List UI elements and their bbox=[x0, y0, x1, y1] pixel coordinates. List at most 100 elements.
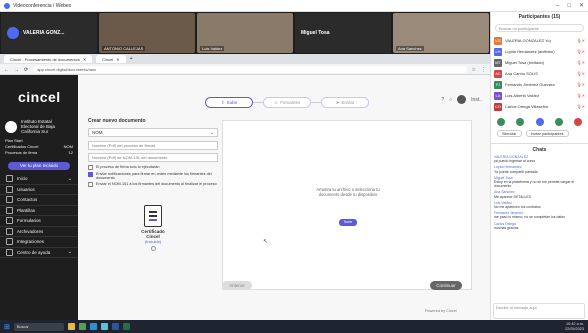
browser-tab[interactable]: Cincel - Procesamiento de documentos ✕ bbox=[4, 55, 93, 63]
video-tile[interactable]: Miguel Tosa bbox=[295, 13, 391, 53]
certificate-card[interactable]: Certificado Cincel (Incluido) bbox=[138, 205, 168, 251]
participant-row[interactable]: AC Ana Carino SOLIS 🎙✕ bbox=[491, 68, 588, 79]
explorer-icon[interactable] bbox=[67, 323, 75, 330]
mic-icon[interactable] bbox=[497, 118, 505, 126]
document-form: Crear nuevo documento NOM ⌄ Nombre (Pdf) … bbox=[88, 118, 218, 189]
edge-icon[interactable] bbox=[89, 323, 97, 330]
new-tab-icon[interactable]: + bbox=[130, 56, 133, 62]
participant-row[interactable]: FJ Fernando Jiménez Guevara 🎙✕ bbox=[491, 79, 588, 90]
mic-off-icon: 🎙✕ bbox=[576, 93, 585, 98]
chrome-icon[interactable] bbox=[78, 323, 86, 330]
user-icon: ☺ bbox=[273, 100, 279, 105]
bookmark-icon[interactable]: ☆ bbox=[472, 67, 476, 73]
video-tile[interactable]: Ana Sanchez bbox=[393, 13, 489, 53]
header-user[interactable]: Inst.. bbox=[471, 97, 482, 103]
share-icon[interactable] bbox=[535, 118, 544, 126]
webex-icon[interactable] bbox=[100, 323, 108, 330]
checkbox[interactable] bbox=[88, 165, 93, 170]
video-tile[interactable]: ANTONIO CALLEJAS bbox=[99, 13, 195, 53]
participant-row[interactable]: VG VALERIA GONZALEZ Yo) 🎙✕ bbox=[491, 35, 588, 46]
document-type-select[interactable]: NOM ⌄ bbox=[88, 128, 218, 137]
chat-title: Chats bbox=[532, 147, 547, 153]
sidebar-item-archivadores[interactable]: Archivadores bbox=[0, 227, 78, 237]
close-icon[interactable]: ✕ bbox=[83, 57, 86, 62]
participant-row[interactable]: CO Carlos Ortega Villaseñor 🎙✕ bbox=[491, 101, 588, 112]
participant-row[interactable]: LH Lupita Hernández (anfitrión) 🎙✕ bbox=[491, 46, 588, 57]
continue-button[interactable]: Continuar bbox=[430, 281, 462, 290]
plug-icon bbox=[6, 238, 13, 246]
sidebar-item-integraciones[interactable]: Integraciones bbox=[0, 237, 78, 248]
reload-icon[interactable]: ⟳ bbox=[24, 67, 28, 73]
sidebar-item-plantillas[interactable]: Plantillas bbox=[0, 206, 78, 216]
video-tile[interactable]: Luis Valdez bbox=[197, 13, 293, 53]
checkbox-option[interactable]: Enviar notificaciones para firmar en ord… bbox=[88, 172, 218, 180]
close-button[interactable]: ✕ bbox=[579, 2, 584, 9]
close-icon[interactable]: ✕ bbox=[116, 57, 119, 62]
reactions-icon[interactable] bbox=[554, 118, 563, 126]
avatar bbox=[7, 27, 19, 39]
user-name: Instituto Estatal Electoral de Baja Cali… bbox=[21, 119, 56, 134]
browser-tab[interactable]: Cincel ✕ bbox=[96, 55, 126, 63]
participant-row[interactable]: LA Luis Alberto Valdez 🎙✕ bbox=[491, 90, 588, 101]
sidebar-item-formularios[interactable]: Formularios bbox=[0, 216, 78, 227]
back-button[interactable]: Anterior bbox=[222, 281, 252, 290]
radio-icon[interactable] bbox=[150, 246, 156, 251]
sidebar-item-contactos[interactable]: Contactos bbox=[0, 195, 78, 206]
maximize-button[interactable]: □ bbox=[567, 3, 571, 9]
avatar[interactable] bbox=[457, 95, 467, 104]
video-tile[interactable]: VALERIA GONZ... bbox=[1, 13, 97, 53]
taskbar-clock[interactable]: 10:42 a.m. 22/05/2023 bbox=[565, 322, 584, 331]
drop-text: Arrastra tu archivo o selecciona tu docu… bbox=[316, 187, 380, 197]
mute-all-button[interactable]: Silenciar bbox=[497, 130, 522, 137]
video-icon[interactable] bbox=[516, 118, 525, 126]
sidebar-item-ayuda[interactable]: Centro de ayuda ⌄ bbox=[0, 248, 78, 258]
step-enviar[interactable]: ➤ Enviar bbox=[321, 97, 369, 108]
help-icon[interactable]: ? bbox=[441, 97, 444, 103]
excel-icon[interactable] bbox=[122, 323, 130, 330]
plan-info: Plan Start Certificados Cincel NOM Proces… bbox=[0, 134, 78, 156]
upload-button[interactable]: Subir bbox=[339, 219, 357, 226]
taskbar: ⊞ Buscar 10:42 a.m. 22/05/2023 bbox=[0, 320, 588, 333]
contacts-icon bbox=[6, 196, 13, 204]
url-input[interactable]: app.cincel.digital/documents/new bbox=[33, 66, 467, 73]
tile-name: VALERIA GONZ... bbox=[23, 30, 65, 36]
tab-label: Cincel bbox=[102, 56, 114, 62]
address-bar-row: ← → ⟳ app.cincel.digital/documents/new ☆… bbox=[0, 64, 490, 75]
windows-start-icon[interactable]: ⊞ bbox=[4, 323, 10, 331]
certificate-icon bbox=[144, 205, 162, 227]
back-icon[interactable]: ← bbox=[4, 67, 9, 73]
bell-icon[interactable]: ○ bbox=[449, 97, 452, 103]
word-icon[interactable] bbox=[111, 323, 119, 330]
form-title: Crear nuevo documento bbox=[88, 118, 146, 124]
template-icon bbox=[6, 206, 13, 214]
checkbox[interactable] bbox=[88, 172, 93, 177]
taskbar-search[interactable]: Buscar bbox=[13, 322, 64, 331]
process-name-input[interactable]: Nombre (Pdf) del proceso de firmas bbox=[88, 141, 218, 150]
participants-panel: Participantes (15) Buscar un participant… bbox=[490, 12, 588, 333]
leave-icon[interactable] bbox=[574, 118, 582, 126]
menu-icon[interactable]: ⋮ bbox=[481, 67, 486, 73]
sidebar-item-inicio[interactable]: Inicio ⌄ bbox=[0, 174, 78, 185]
invite-button[interactable]: Invitar participantes bbox=[525, 130, 569, 137]
chat-message: Luis Valdez No me aparecen los contratos bbox=[494, 200, 541, 210]
step-subir[interactable]: ⇪ Subir bbox=[205, 97, 253, 108]
participant-row[interactable]: MT Miguel Tosa (Invitado) 🎙✕ bbox=[491, 57, 588, 68]
view-plan-button[interactable]: Ver tu plan Incluido bbox=[8, 162, 70, 170]
nom-name-input[interactable]: Nombre (Pdf) de NOM-151 del documento bbox=[88, 153, 218, 162]
participant-search-input[interactable]: Buscar un participante bbox=[495, 24, 584, 32]
checkbox-option[interactable]: Enviar el NOM-151 a los firmantes del do… bbox=[88, 182, 218, 188]
sidebar-item-usuarios[interactable]: Usuarios bbox=[0, 185, 78, 195]
mic-off-icon: 🎙✕ bbox=[576, 60, 585, 65]
step-firmantes[interactable]: ☺ Firmantes bbox=[263, 97, 311, 108]
mic-off-icon: 🎙✕ bbox=[576, 38, 585, 43]
drop-zone[interactable]: Arrastra tu archivo o selecciona tu docu… bbox=[222, 120, 472, 290]
user-card[interactable]: Instituto Estatal Electoral de Baja Cali… bbox=[0, 119, 78, 134]
checkbox[interactable] bbox=[88, 182, 93, 188]
minimize-button[interactable]: – bbox=[556, 3, 559, 9]
chat-input[interactable]: Escribe tu mensaje aquí bbox=[493, 303, 585, 319]
powered-by: Powered by Cincel bbox=[425, 309, 457, 313]
send-icon: ➤ bbox=[335, 99, 340, 105]
checkbox-option[interactable]: El proceso de firma solo lo ejecutarán bbox=[88, 165, 218, 170]
tab-label: Cincel - Procesamiento de documentos bbox=[10, 56, 80, 62]
forward-icon[interactable]: → bbox=[14, 67, 19, 73]
